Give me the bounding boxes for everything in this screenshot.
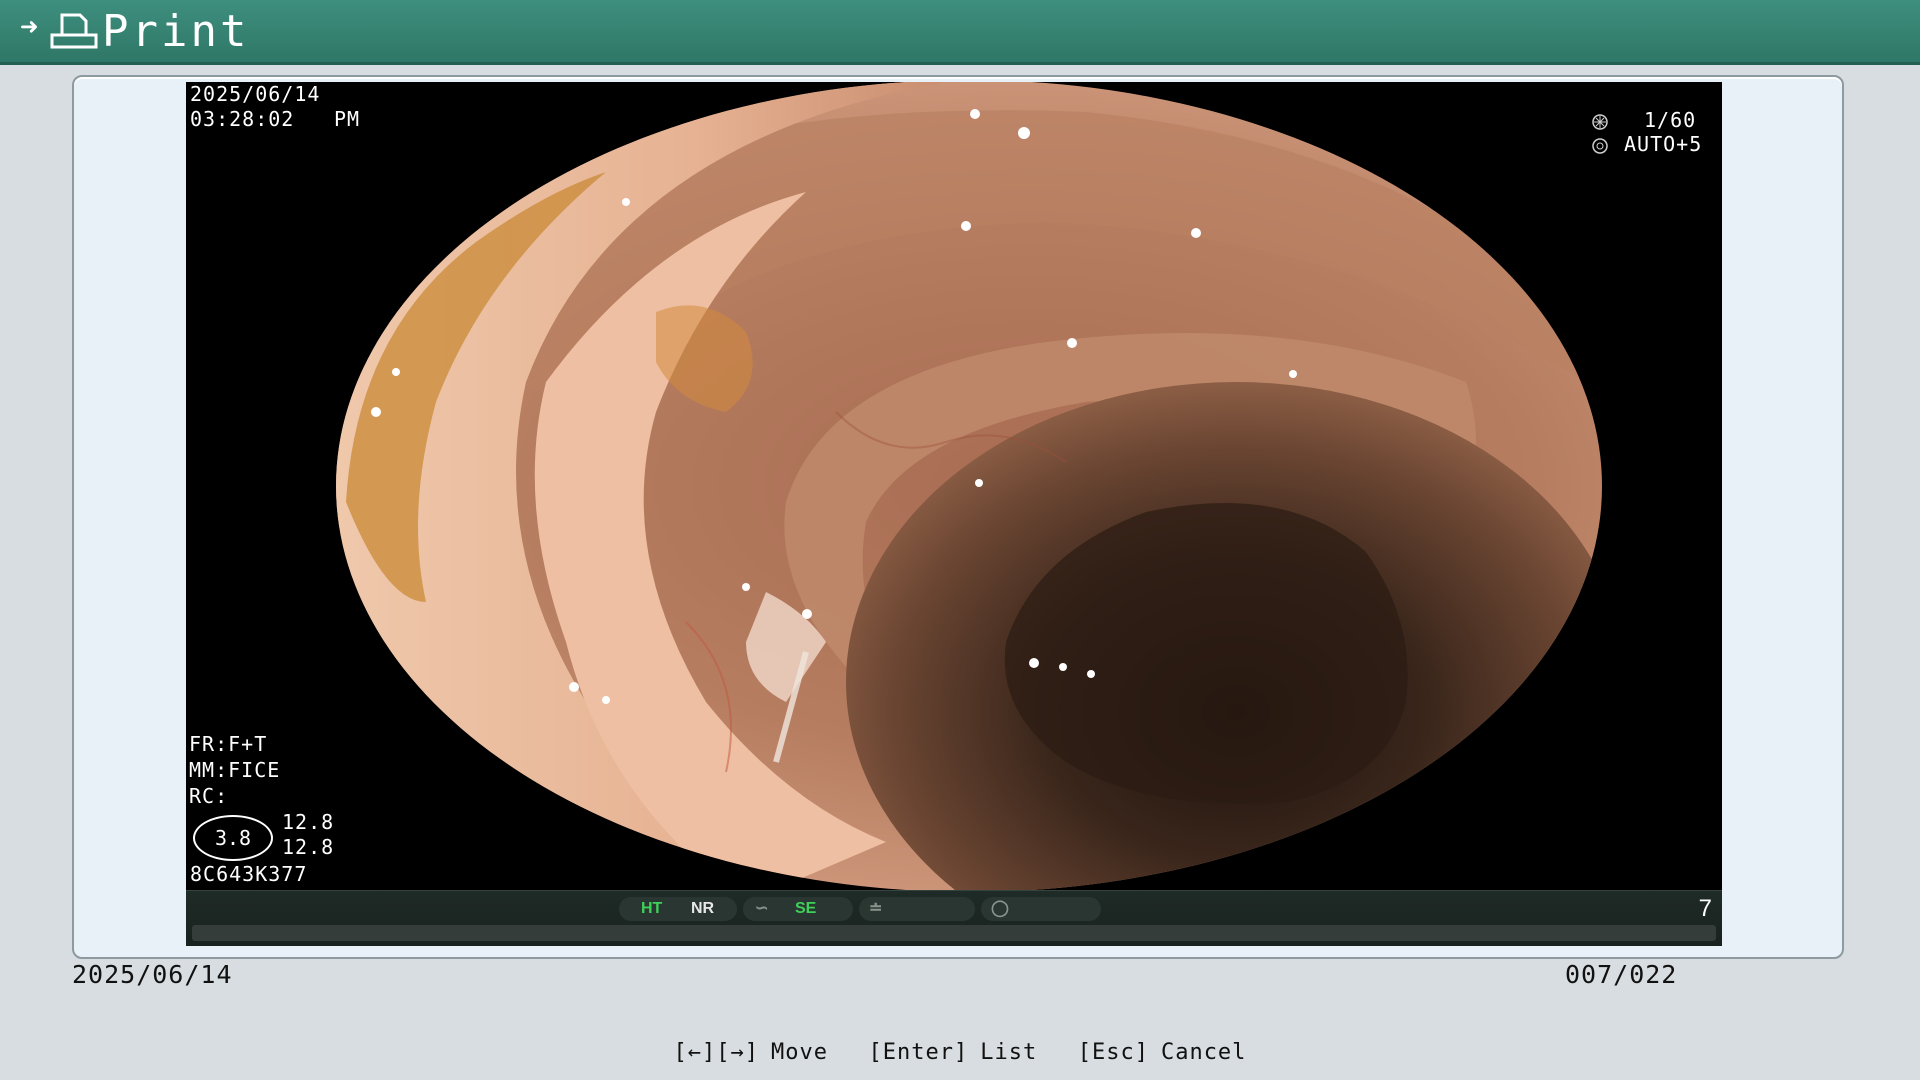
ht-label: HT [641,900,663,917]
scope-status-bar: HT NR ∽ SE ≐ ◯ 7 [186,890,1722,946]
page-title: Print [102,6,250,57]
move-label: Move [771,1040,829,1065]
frame-number: 7 [1698,895,1712,922]
se-label: SE [795,900,817,917]
water-icon: ◯ [991,900,1009,917]
mm-setting: MM:FICE [189,758,281,782]
zoom-value-badge: 3.8 [193,815,273,861]
printer-icon [50,13,98,49]
ht-nr-indicator: HT NR [619,897,737,921]
value-top: 12.8 [282,810,335,834]
capture-time: 03:28:02 [190,107,295,131]
arrow-right-icon: ➜ [20,10,39,45]
status-bar-track [192,925,1716,941]
shutter-speed: 1/60 [1644,108,1697,132]
list-key: [Enter] [868,1040,969,1065]
image-counter: 007/022 [1565,960,1678,989]
iris-mode: AUTO+5 [1624,132,1703,156]
capture-date: 2025/06/14 [190,82,321,106]
keyboard-help: [←][→] Move [Enter] List [Esc] Cancel [0,1040,1920,1065]
nr-label: NR [691,900,715,917]
iris-icon [1592,138,1608,154]
capture-ampm: PM [334,107,361,131]
scope-id: 8C643K377 [190,862,308,886]
water-indicator: ◯ [981,897,1101,921]
value-bottom: 12.8 [282,835,335,859]
slope-indicator: ≐ [859,897,975,921]
shutter-icon [1592,114,1608,130]
list-label: List [980,1040,1038,1065]
endoscopy-image[interactable]: 2025/06/14 03:28:02 PM 1/60 AUTO+5 FR:F+… [186,82,1722,946]
cancel-key: [Esc] [1077,1040,1149,1065]
move-keys: [←][→] [673,1040,760,1065]
title-bar: ➜ Print [0,0,1920,65]
cancel-label: Cancel [1160,1040,1247,1065]
footer-date: 2025/06/14 [72,960,233,989]
fr-setting: FR:F+T [189,732,268,756]
enhance-icon: ∽ [755,900,769,917]
rc-setting: RC: [189,784,229,808]
se-indicator: ∽ SE [743,897,853,921]
colon-lumen-image [336,82,1602,890]
slope-icon: ≐ [869,900,883,917]
